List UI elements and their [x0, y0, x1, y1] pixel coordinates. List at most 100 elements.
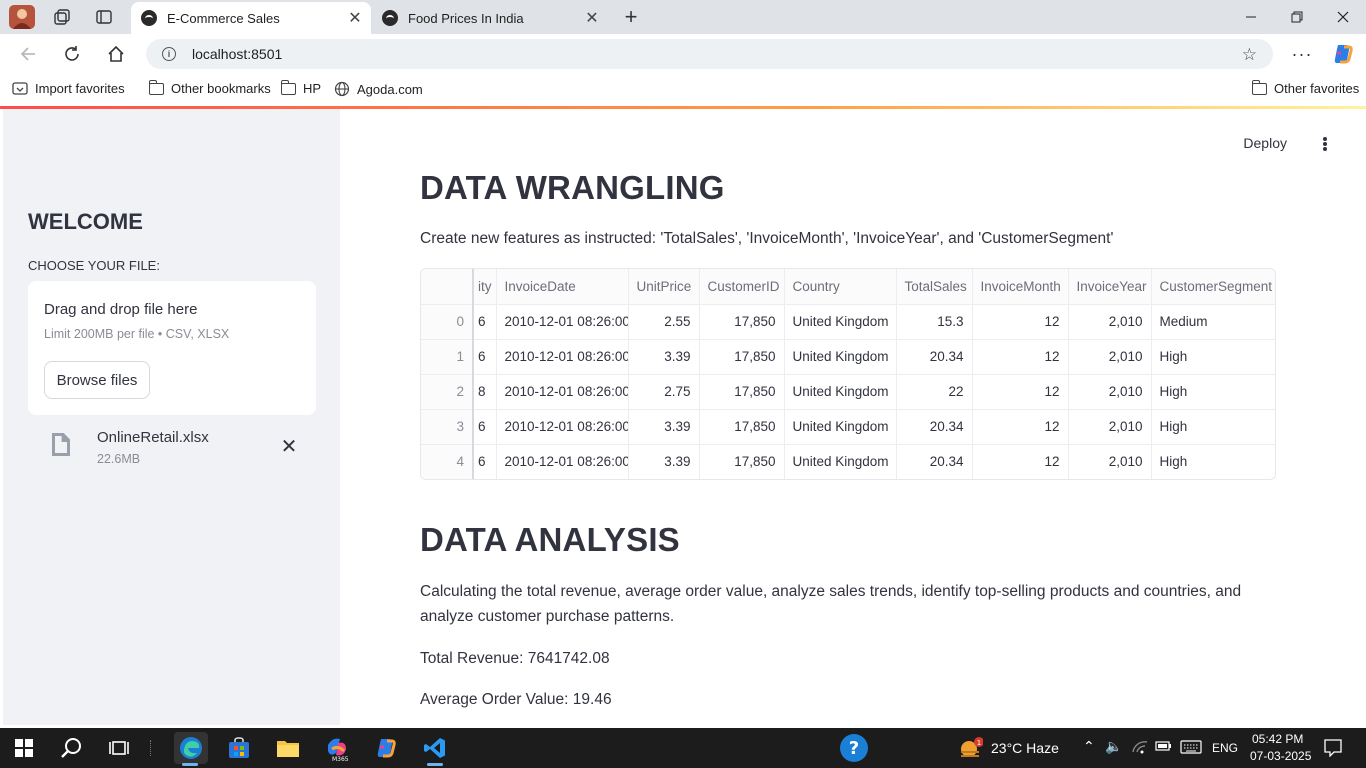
bookmark-agoda[interactable]: Agoda.com: [334, 81, 423, 97]
table-cell[interactable]: 6: [473, 444, 497, 479]
settings-more-icon[interactable]: ···: [1290, 42, 1314, 66]
table-row[interactable]: 3 6 2010-12-01 08:26:00 3.39 17,850 United Ki…: [421, 409, 1275, 445]
table-cell[interactable]: 17,850: [699, 374, 785, 410]
clock-date[interactable]: 07-03-2025: [1250, 749, 1311, 763]
refresh-icon[interactable]: [60, 42, 84, 66]
table-cell[interactable]: High: [1151, 339, 1275, 375]
table-cell[interactable]: High: [1151, 444, 1275, 479]
table-cell[interactable]: 6: [473, 409, 497, 445]
new-tab-icon[interactable]: +: [621, 4, 641, 29]
table-cell[interactable]: 17,850: [699, 444, 785, 479]
table-cell[interactable]: 2.75: [628, 374, 700, 410]
table-header-customerid[interactable]: CustomerID: [699, 269, 785, 305]
bookmark-import-favorites[interactable]: Import favorites: [12, 81, 125, 96]
table-cell[interactable]: 2,010: [1068, 444, 1152, 479]
table-header-country[interactable]: Country: [784, 269, 897, 305]
close-tab-icon[interactable]: ✕: [584, 10, 600, 27]
bookmark-hp[interactable]: HP: [280, 79, 321, 96]
table-row[interactable]: 0 6 2010-12-01 08:26:00 2.55 17,850 United Ki…: [421, 304, 1275, 340]
table-cell[interactable]: United Kingdom: [784, 339, 897, 375]
table-cell[interactable]: 2,010: [1068, 339, 1152, 375]
tab-ecommerce-sales[interactable]: E-Commerce Sales ✕: [131, 2, 371, 34]
table-cell[interactable]: 2010-12-01 08:26:00: [496, 339, 629, 375]
weather-icon[interactable]: 1: [958, 732, 984, 764]
table-header-quantity[interactable]: ity: [473, 269, 497, 305]
clock-time[interactable]: 05:42 PM: [1252, 732, 1303, 746]
table-cell[interactable]: 2010-12-01 08:26:00: [496, 444, 629, 479]
restore-icon[interactable]: [1274, 0, 1320, 34]
tab-actions-icon[interactable]: [94, 7, 114, 27]
help-icon[interactable]: ?: [838, 732, 870, 764]
table-row[interactable]: 2 8 2010-12-01 08:26:00 2.75 17,850 United Ki…: [421, 374, 1275, 410]
table-cell[interactable]: 2010-12-01 08:26:00: [496, 304, 629, 340]
favorite-star-icon[interactable]: ☆: [1242, 45, 1257, 65]
file-dropzone[interactable]: Drag and drop file here Limit 200MB per …: [28, 281, 316, 415]
m365-icon[interactable]: M365: [321, 732, 353, 764]
table-cell[interactable]: 20.34: [896, 409, 973, 445]
main-menu-icon[interactable]: [1317, 134, 1333, 154]
search-icon[interactable]: [56, 732, 88, 764]
microsoft-store-icon[interactable]: [223, 732, 255, 764]
address-bar[interactable]: i localhost:8501 ☆: [146, 39, 1273, 69]
remove-file-icon[interactable]: ✕: [278, 435, 300, 458]
table-header-customersegment[interactable]: CustomerSegment: [1151, 269, 1275, 305]
network-icon[interactable]: [1131, 738, 1149, 757]
table-cell[interactable]: 17,850: [699, 409, 785, 445]
table-cell[interactable]: 12: [972, 374, 1069, 410]
table-cell[interactable]: 12: [972, 304, 1069, 340]
table-cell[interactable]: 20.34: [896, 339, 973, 375]
table-cell[interactable]: United Kingdom: [784, 304, 897, 340]
table-cell[interactable]: 2,010: [1068, 304, 1152, 340]
copilot-icon[interactable]: [1331, 42, 1355, 66]
task-view-icon[interactable]: [103, 732, 135, 764]
table-cell[interactable]: 12: [972, 409, 1069, 445]
copilot-app-icon[interactable]: [370, 732, 402, 764]
table-header-invoicemonth[interactable]: InvoiceMonth: [972, 269, 1069, 305]
table-cell[interactable]: 3.39: [628, 444, 700, 479]
table-cell[interactable]: High: [1151, 409, 1275, 445]
site-info-icon[interactable]: i: [162, 47, 176, 61]
table-row[interactable]: 1 6 2010-12-01 08:26:00 3.39 17,850 United Ki…: [421, 339, 1275, 375]
bookmark-other-favorites[interactable]: Other favorites: [1251, 79, 1359, 96]
table-header-totalsales[interactable]: TotalSales: [896, 269, 973, 305]
start-button-icon[interactable]: [8, 732, 40, 764]
back-icon[interactable]: [16, 42, 40, 66]
close-window-icon[interactable]: [1320, 0, 1366, 34]
vscode-icon[interactable]: [419, 732, 451, 766]
tab-food-prices[interactable]: Food Prices In India ✕: [372, 2, 608, 34]
table-cell[interactable]: 8: [473, 374, 497, 410]
home-icon[interactable]: [104, 42, 128, 66]
bookmark-other-bookmarks[interactable]: Other bookmarks: [148, 79, 271, 96]
file-explorer-icon[interactable]: [272, 732, 304, 764]
profile-avatar-icon[interactable]: [8, 4, 36, 30]
volume-icon[interactable]: 🔈: [1105, 738, 1122, 755]
table-cell[interactable]: 17,850: [699, 304, 785, 340]
battery-icon[interactable]: [1155, 740, 1173, 755]
workspaces-icon[interactable]: [52, 7, 72, 27]
table-cell[interactable]: 6: [473, 304, 497, 340]
table-cell[interactable]: 12: [972, 444, 1069, 479]
table-cell[interactable]: 2,010: [1068, 374, 1152, 410]
table-cell[interactable]: 3.39: [628, 339, 700, 375]
input-language[interactable]: ENG: [1212, 741, 1238, 755]
close-tab-icon[interactable]: ✕: [347, 10, 363, 27]
table-cell[interactable]: 2010-12-01 08:26:00: [496, 409, 629, 445]
deploy-button[interactable]: Deploy: [1243, 135, 1287, 151]
table-header-unitprice[interactable]: UnitPrice: [628, 269, 700, 305]
table-cell[interactable]: 20.34: [896, 444, 973, 479]
table-cell[interactable]: 2010-12-01 08:26:00: [496, 374, 629, 410]
table-cell[interactable]: 6: [473, 339, 497, 375]
table-cell[interactable]: United Kingdom: [784, 374, 897, 410]
show-hidden-icons-icon[interactable]: ⌃: [1083, 738, 1095, 755]
table-cell[interactable]: 3.39: [628, 409, 700, 445]
notifications-icon[interactable]: [1324, 739, 1342, 760]
edge-browser-icon[interactable]: [174, 732, 208, 766]
keyboard-icon[interactable]: [1180, 740, 1202, 757]
table-cell[interactable]: 12: [972, 339, 1069, 375]
table-row[interactable]: 4 6 2010-12-01 08:26:00 3.39 17,850 United Ki…: [421, 444, 1275, 479]
table-header-invoicedate[interactable]: InvoiceDate: [496, 269, 629, 305]
table-cell[interactable]: 2.55: [628, 304, 700, 340]
table-cell[interactable]: High: [1151, 374, 1275, 410]
dataframe[interactable]: ity InvoiceDate UnitPrice CustomerID Cou…: [420, 268, 1276, 480]
table-cell[interactable]: Medium: [1151, 304, 1275, 340]
